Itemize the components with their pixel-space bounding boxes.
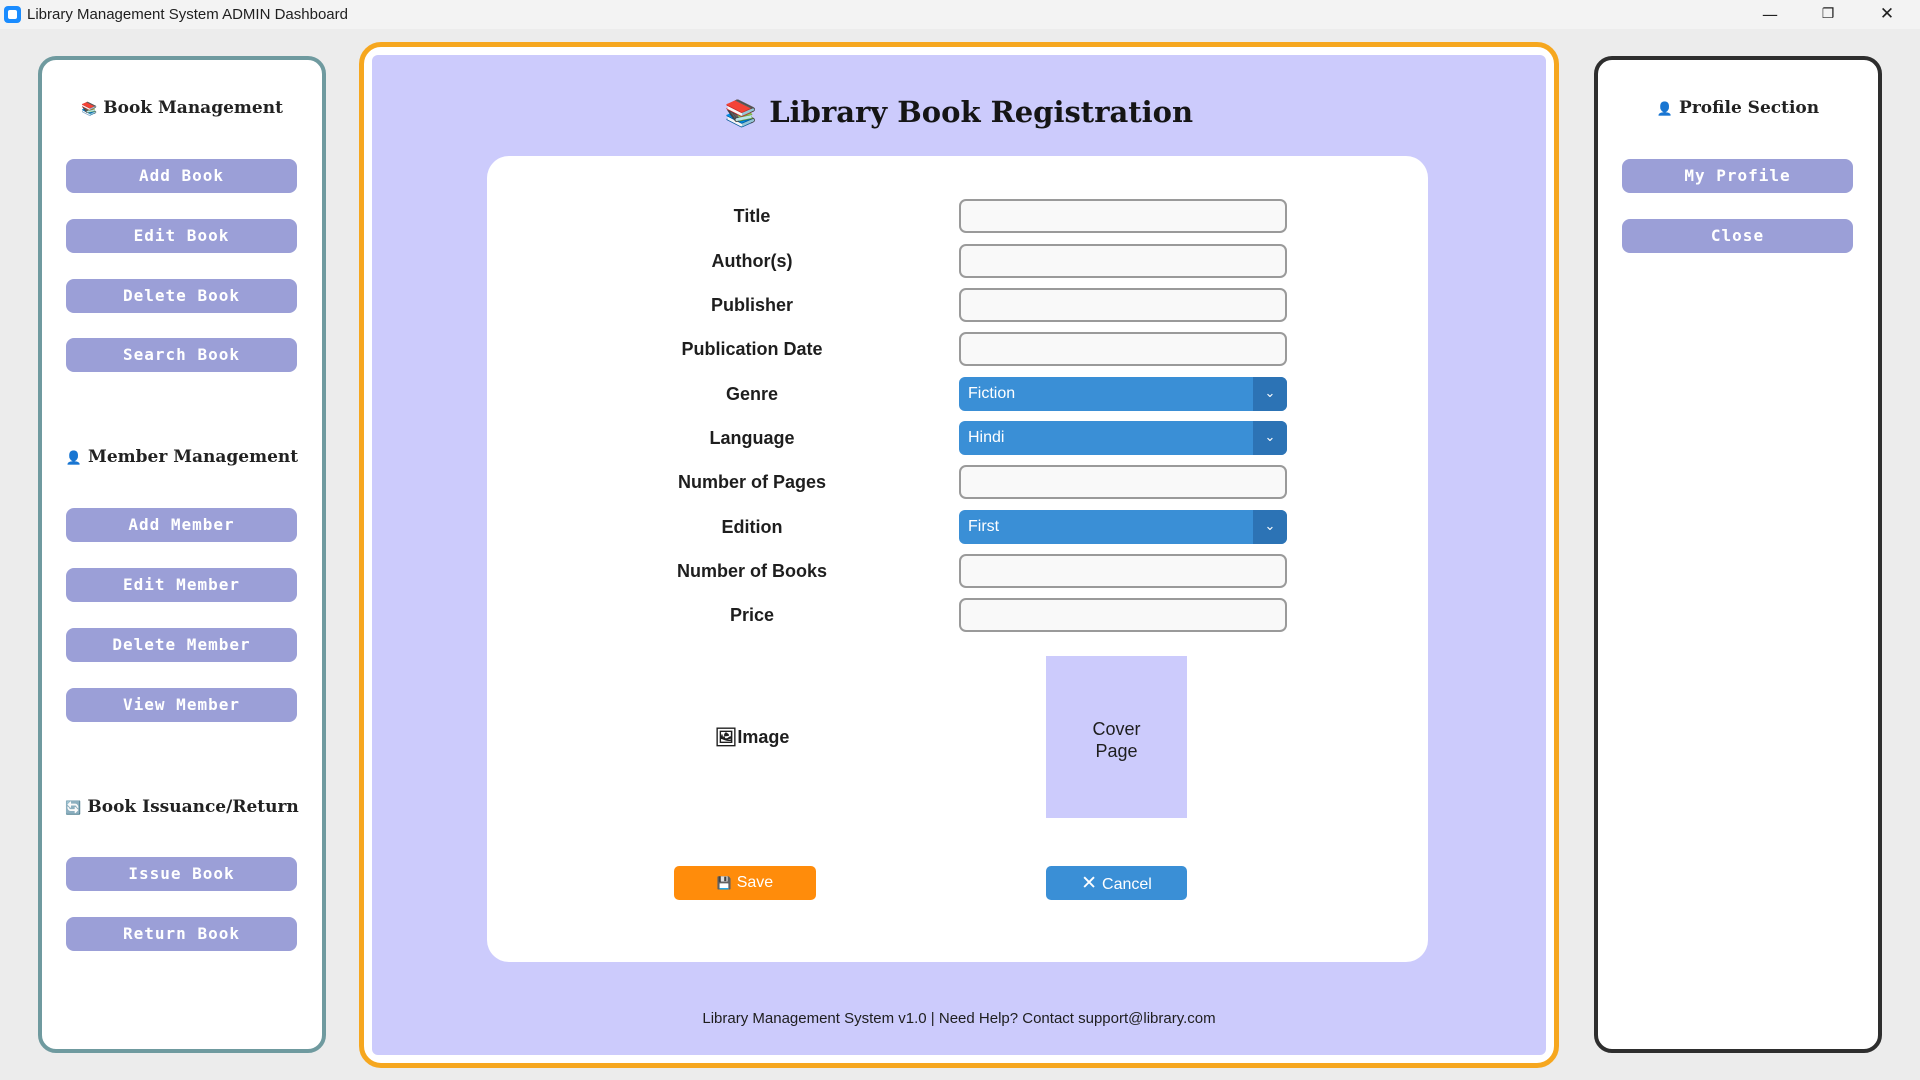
add-member-button[interactable]: Add Member [66, 508, 297, 542]
price-input[interactable] [959, 598, 1287, 632]
my-profile-button[interactable]: My Profile [1622, 159, 1853, 193]
return-book-button[interactable]: Return Book [66, 917, 297, 951]
pages-input[interactable] [959, 465, 1287, 499]
page-title: 📚 Library Book Registration [724, 95, 1194, 129]
user-icon: 👤 [1656, 102, 1674, 117]
app-icon [4, 6, 21, 23]
close-window-icon[interactable]: ✕ [1858, 0, 1916, 29]
save-button[interactable]: 💾 Save [674, 866, 816, 900]
image-label: 🖼Image [714, 727, 790, 747]
publisher-label: Publisher [710, 295, 794, 315]
edit-book-button[interactable]: Edit Book [66, 219, 297, 253]
registration-form: Title Author(s) Publisher Publication Da… [487, 156, 1428, 962]
issue-book-button[interactable]: Issue Book [66, 857, 297, 891]
main-panel: 📚 Library Book Registration Title Author(… [359, 42, 1559, 1068]
window-title: Library Management System ADMIN Dashboar… [27, 6, 348, 23]
delete-member-button[interactable]: Delete Member [66, 628, 297, 662]
window-titlebar: Library Management System ADMIN Dashboar… [0, 0, 1920, 29]
books-icon: 📚 [724, 99, 758, 129]
add-book-button[interactable]: Add Book [66, 159, 297, 193]
pages-label: Number of Pages [677, 472, 827, 492]
authors-input[interactable] [959, 244, 1287, 278]
close-button[interactable]: Close [1622, 219, 1853, 253]
chevron-down-icon[interactable]: ⌄ [1253, 510, 1287, 544]
book-issuance-heading: 🔄 Book Issuance/Return [65, 797, 299, 817]
user-icon: 👤 [65, 451, 83, 466]
floppy-disk-icon: 💾 [716, 876, 732, 890]
left-sidebar: 📚 Book Management Add Book Edit Book Dele… [38, 56, 326, 1053]
profile-section-heading: 👤 Profile Section [1656, 98, 1820, 118]
cover-page-placeholder[interactable]: Cover Page [1046, 656, 1187, 818]
publication-date-label: Publication Date [681, 339, 823, 359]
publisher-input[interactable] [959, 288, 1287, 322]
genre-select[interactable]: Fiction ⌄ [959, 377, 1287, 411]
books-count-input[interactable] [959, 554, 1287, 588]
book-management-heading: 📚 Book Management [81, 98, 283, 118]
cancel-button[interactable]: ✕ Cancel [1046, 866, 1187, 900]
footer-text: Library Management System v1.0 | Need He… [702, 1010, 1216, 1027]
language-select[interactable]: Hindi ⌄ [959, 421, 1287, 455]
language-label: Language [709, 428, 795, 448]
view-member-button[interactable]: View Member [66, 688, 297, 722]
title-input[interactable] [959, 199, 1287, 233]
books-icon: 📚 [81, 102, 98, 117]
maximize-icon[interactable]: ❐ [1799, 0, 1857, 29]
member-management-heading: 👤 Member Management [65, 447, 299, 467]
image-icon: 🖼 [714, 727, 738, 747]
chevron-down-icon[interactable]: ⌄ [1253, 377, 1287, 411]
edition-value: First [968, 518, 1000, 535]
genre-label: Genre [725, 384, 779, 404]
search-book-button[interactable]: Search Book [66, 338, 297, 372]
language-value: Hindi [968, 429, 1005, 446]
chevron-down-icon[interactable]: ⌄ [1253, 421, 1287, 455]
price-label: Price [729, 605, 775, 625]
authors-label: Author(s) [711, 251, 793, 271]
right-sidebar: 👤 Profile Section My Profile Close [1594, 56, 1882, 1053]
genre-value: Fiction [968, 385, 1016, 402]
publication-date-input[interactable] [959, 332, 1287, 366]
close-icon: ✕ [1081, 872, 1098, 894]
delete-book-button[interactable]: Delete Book [66, 279, 297, 313]
books-count-label: Number of Books [676, 561, 827, 581]
edit-member-button[interactable]: Edit Member [66, 568, 297, 602]
swap-icon: 🔄 [65, 801, 82, 816]
edition-select[interactable]: First ⌄ [959, 510, 1287, 544]
edition-label: Edition [721, 517, 783, 537]
title-label: Title [733, 206, 771, 226]
minimize-icon[interactable]: — [1741, 0, 1799, 29]
main-content: 📚 Library Book Registration Title Author(… [372, 55, 1546, 1055]
